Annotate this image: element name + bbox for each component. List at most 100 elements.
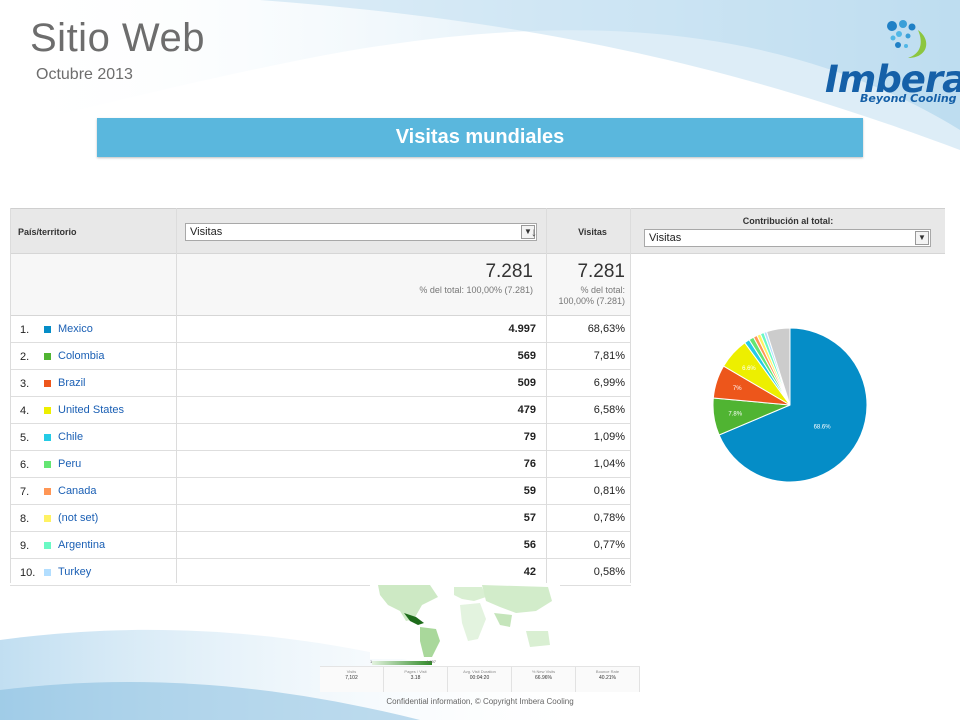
row-index: 8. (20, 513, 30, 525)
table-header: País/territorio Visitas ▼ ↓ Visitas Cont… (10, 208, 945, 254)
totals-row: 7.281 % del total: 100,00% (7.281) 7.281… (10, 254, 631, 316)
metric-value: 66.96% (535, 675, 552, 681)
map-metric: % New Visits 66.96% (512, 667, 576, 692)
country-link[interactable]: Mexico (58, 323, 93, 335)
series-color-swatch (44, 353, 51, 360)
section-banner: Visitas mundiales (97, 118, 863, 157)
series-color-swatch (44, 434, 51, 441)
visits-value: 57 (523, 512, 536, 524)
table-row: 10. Turkey 42 0,58% (10, 559, 631, 586)
series-color-swatch (44, 515, 51, 522)
metric-total-note: % del total: 100,00% (7.281) (419, 285, 533, 295)
country-link[interactable]: Colombia (58, 350, 104, 362)
table-row: 2. Colombia 569 7,81% (10, 343, 631, 370)
row-index: 6. (20, 459, 30, 471)
visits-value: 42 (523, 566, 536, 578)
visits-percent: 0,81% (593, 485, 625, 497)
pie-data-label: 6.6% (742, 366, 756, 372)
chevron-down-icon: ▼ (915, 231, 929, 245)
visits-value: 479 (517, 404, 536, 416)
country-link[interactable]: Chile (58, 431, 83, 443)
metric-value: 00:04:20 (469, 675, 490, 681)
series-color-swatch (44, 569, 51, 576)
sort-descending-icon[interactable]: ↓ (531, 225, 537, 239)
row-index: 10. (20, 567, 36, 579)
visits-percent: 1,09% (593, 431, 625, 443)
map-metrics-bar: Visits 7,102 Pages / Visit 3.18 Avg. Visit D… (320, 666, 640, 692)
country-link[interactable]: United States (58, 404, 124, 416)
contribution-select-value: Visitas (649, 232, 682, 244)
metric-select-value: Visitas (190, 226, 223, 238)
series-color-swatch (44, 488, 51, 495)
logo-tagline: Beyond Cooling (860, 92, 957, 105)
country-link[interactable]: Turkey (58, 566, 91, 578)
table-row: 3. Brazil 509 6,99% (10, 370, 631, 397)
table-row: 6. Peru 76 1,04% (10, 451, 631, 478)
row-index: 4. (20, 405, 30, 417)
row-index: 1. (20, 324, 30, 336)
country-link[interactable]: Argentina (58, 539, 105, 551)
metric-total: 7.281 (485, 261, 533, 282)
table-row: 5. Chile 79 1,09% (10, 424, 631, 451)
metric-value: 3.18 (410, 675, 421, 681)
metric-value: 7,102 (345, 675, 358, 681)
country-link[interactable]: Peru (58, 458, 81, 470)
country-link[interactable]: (not set) (58, 512, 98, 524)
visits-total-note: % del total: (580, 285, 625, 295)
visits-value: 79 (523, 431, 536, 443)
row-index: 5. (20, 432, 30, 444)
row-index: 2. (20, 351, 30, 363)
visits-value: 59 (523, 485, 536, 497)
pie-data-label: 7% (733, 386, 742, 392)
contribution-select[interactable]: Visitas ▼ (644, 229, 931, 247)
visits-value: 509 (517, 377, 536, 389)
visits-column-header[interactable]: Visitas (555, 227, 630, 237)
map-scale-max: 4,997 (426, 659, 437, 664)
visits-percent: 1,04% (593, 458, 625, 470)
table-row: 1. Mexico 4.997 68,63% (10, 316, 631, 343)
visits-percent: 68,63% (587, 323, 625, 335)
map-metric: Avg. Visit Duration 00:04:20 (448, 667, 512, 692)
visits-percent: 0,77% (593, 539, 625, 551)
series-color-swatch (44, 461, 51, 468)
contribution-pie-chart: 68.6% 7.8% 7% 6.6% (712, 327, 868, 483)
row-index: 7. (20, 486, 30, 498)
metric-value: 40.21% (599, 675, 616, 681)
visits-total: 7.281 (577, 261, 625, 282)
pie-data-label: 68.6% (814, 424, 832, 430)
pie-data-label: 7.8% (728, 412, 742, 418)
map-scale-bar (372, 661, 432, 665)
slide-title: Sitio Web (30, 16, 205, 60)
visits-percent: 0,78% (593, 512, 625, 524)
row-index: 9. (20, 540, 30, 552)
visits-value: 569 (517, 350, 536, 362)
table-row: 7. Canada 59 0,81% (10, 478, 631, 505)
row-index: 3. (20, 378, 30, 390)
visits-percent: 0,58% (593, 566, 625, 578)
country-link[interactable]: Brazil (58, 377, 86, 389)
series-color-swatch (44, 542, 51, 549)
table-row: 4. United States 479 6,58% (10, 397, 631, 424)
map-metric: Bounce Rate 40.21% (576, 667, 640, 692)
map-metric: Visits 7,102 (320, 667, 384, 692)
contribution-header: Contribución al total: (742, 216, 834, 226)
visits-value: 76 (523, 458, 536, 470)
visits-percent: 7,81% (593, 350, 625, 362)
visits-percent: 6,99% (593, 377, 625, 389)
footer-copyright: Confidential information, © Copyright Im… (386, 697, 574, 706)
table-row: 9. Argentina 56 0,77% (10, 532, 631, 559)
series-color-swatch (44, 326, 51, 333)
series-color-swatch (44, 407, 51, 414)
series-color-swatch (44, 380, 51, 387)
dimension-column-header[interactable]: País/territorio (18, 227, 77, 237)
visits-percent: 6,58% (593, 404, 625, 416)
world-map (370, 583, 560, 659)
metric-select[interactable]: Visitas ▼ (185, 223, 537, 241)
table-row: 8. (not set) 57 0,78% (10, 505, 631, 532)
map-metric: Pages / Visit 3.18 (384, 667, 448, 692)
visits-value: 4.997 (508, 323, 536, 335)
visits-value: 56 (523, 539, 536, 551)
visits-total-note-2: 100,00% (7.281) (558, 296, 625, 306)
country-link[interactable]: Canada (58, 485, 97, 497)
slide-subtitle: Octubre 2013 (36, 66, 133, 83)
